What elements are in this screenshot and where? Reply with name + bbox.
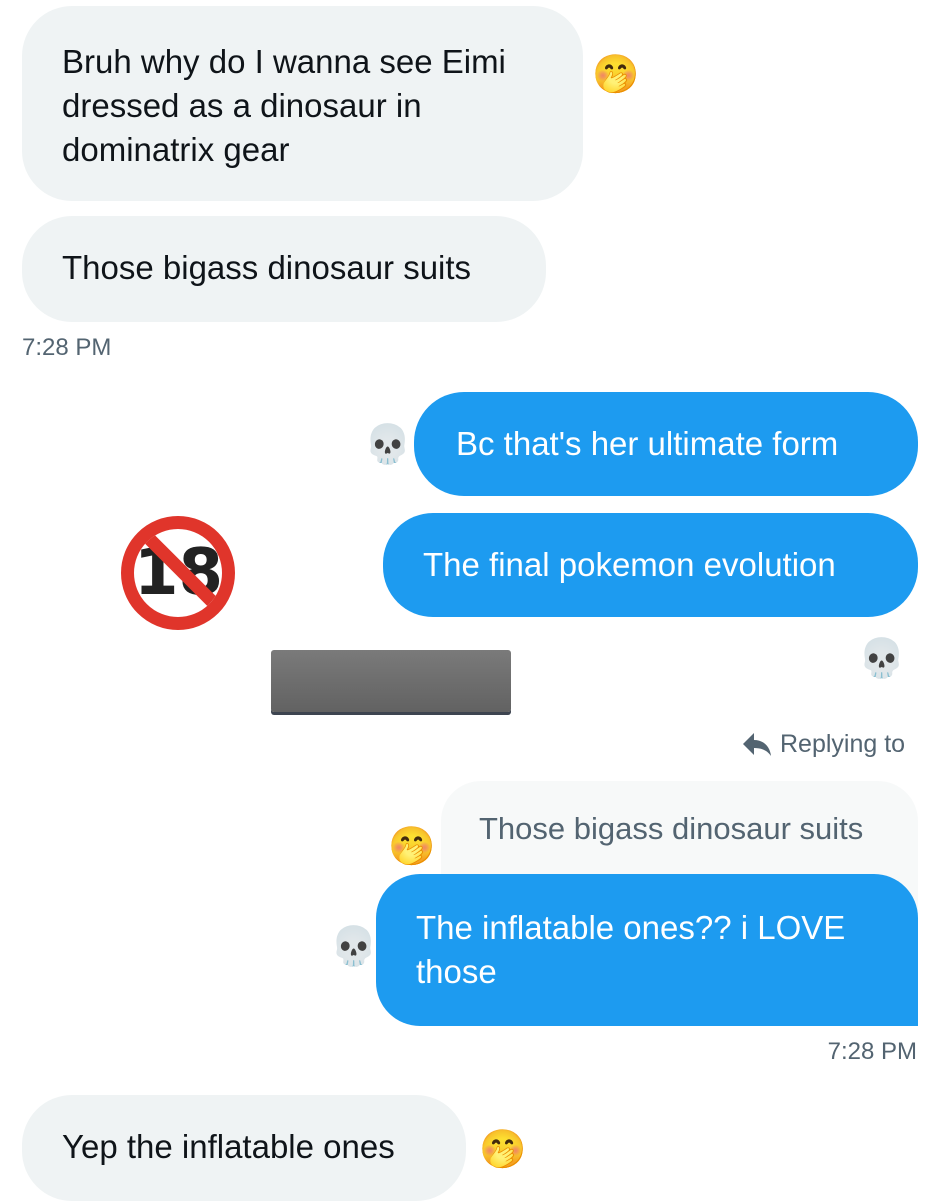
message-timestamp: 7:28 PM xyxy=(22,334,112,361)
message-text: Those bigass dinosaur suits xyxy=(62,249,472,286)
message-text: Yep the inflatable ones xyxy=(62,1128,395,1165)
replying-to-label: Replying to xyxy=(780,730,906,758)
message-bubble-sent[interactable]: The inflatable ones?? i LOVE those xyxy=(376,874,918,1026)
message-bubble-received[interactable]: Bruh why do I wanna see Eimi dressed as … xyxy=(22,6,583,201)
message-bubble-received[interactable]: Yep the inflatable ones xyxy=(22,1095,466,1201)
skull-icon[interactable]: 💀 xyxy=(858,640,905,678)
message-bubble-received[interactable]: Those bigass dinosaur suits xyxy=(22,216,546,322)
replying-to-indicator: Replying to xyxy=(742,730,905,759)
message-bubble-sent[interactable]: Bc that's her ultimate form xyxy=(414,392,918,496)
message-timestamp: 7:28 PM xyxy=(827,1038,917,1065)
message-bubble-sent[interactable]: The final pokemon evolution xyxy=(383,513,918,617)
message-text: Bc that's her ultimate form xyxy=(456,425,839,462)
message-text: The inflatable ones?? i LOVE those xyxy=(416,909,846,990)
face-with-hand-icon[interactable]: 🤭 xyxy=(388,828,435,866)
reply-arrow-icon xyxy=(743,732,771,756)
redacted-image[interactable] xyxy=(271,650,511,712)
message-text: Bruh why do I wanna see Eimi dressed as … xyxy=(62,43,506,168)
face-with-hand-icon[interactable]: 🤭 xyxy=(479,1131,526,1169)
no-under-eighteen-icon: 18 xyxy=(121,516,235,630)
quoted-message-text: Those bigass dinosaur suits xyxy=(479,811,864,846)
face-with-hand-icon[interactable]: 🤭 xyxy=(592,56,639,94)
skull-icon[interactable]: 💀 xyxy=(364,426,411,464)
skull-icon[interactable]: 💀 xyxy=(330,928,377,966)
message-text: The final pokemon evolution xyxy=(423,546,836,583)
